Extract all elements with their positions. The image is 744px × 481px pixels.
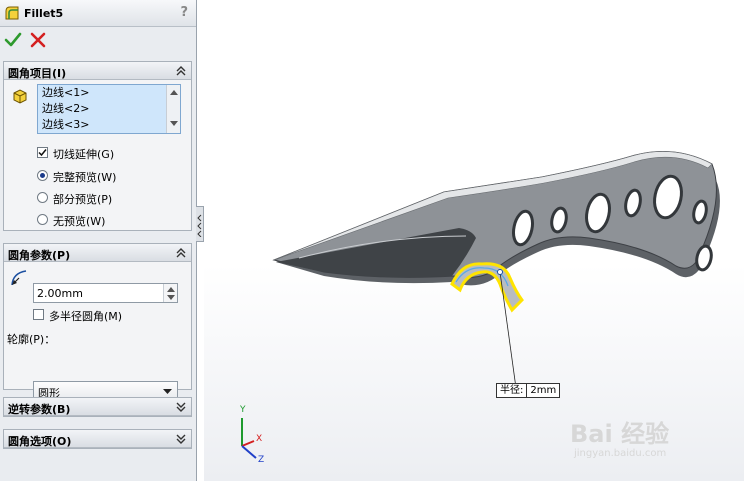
radius-input[interactable]: 2.00mm bbox=[33, 283, 178, 303]
fillet-params-title: 圆角参数(P) bbox=[8, 249, 71, 262]
ok-check-icon[interactable] bbox=[4, 31, 22, 49]
chevron-up-icon[interactable] bbox=[175, 247, 187, 259]
spin-down-icon[interactable] bbox=[167, 295, 175, 301]
callout-value[interactable]: 2mm bbox=[527, 384, 559, 397]
tangent-propagation-checkbox[interactable] bbox=[37, 147, 48, 158]
list-item[interactable]: 边线<2> bbox=[42, 102, 89, 116]
panel-collapse-handle[interactable] bbox=[196, 206, 204, 242]
property-manager: Fillet5 ? 圆角项目(I) 边线<1> 边线<2> 边线<3> 切线延伸… bbox=[0, 0, 197, 481]
radius-callout[interactable]: 半径: 2mm bbox=[496, 383, 561, 398]
partial-preview-radio[interactable] bbox=[37, 192, 48, 203]
check-mark-icon bbox=[38, 149, 47, 157]
setback-params-group: 逆转参数(B) bbox=[3, 397, 192, 417]
watermark-brand: Bai 经验 bbox=[570, 420, 670, 448]
list-item[interactable]: 边线<3> bbox=[42, 118, 89, 132]
pm-title-bar: Fillet5 ? bbox=[0, 0, 196, 27]
watermark: Bai 经验 jingyan.baidu.com bbox=[570, 408, 740, 468]
fillet-items-group: 圆角项目(I) 边线<1> 边线<2> 边线<3> 切线延伸(G) 完整预览(W… bbox=[3, 61, 192, 231]
multi-radius-label: 多半径圆角(M) bbox=[49, 310, 123, 323]
fillet-items-header[interactable]: 圆角项目(I) bbox=[4, 62, 191, 80]
fillet-params-header[interactable]: 圆角参数(P) bbox=[4, 244, 191, 262]
partial-preview-label: 部分预览(P) bbox=[53, 193, 113, 206]
edges-listbox[interactable]: 边线<1> 边线<2> 边线<3> bbox=[37, 84, 181, 134]
chevron-down-icon[interactable] bbox=[175, 433, 187, 445]
fillet-items-title: 圆角项目(I) bbox=[8, 67, 67, 80]
full-preview-radio[interactable] bbox=[37, 170, 48, 181]
radius-spinner[interactable] bbox=[163, 284, 177, 302]
fillet-feature-icon bbox=[5, 6, 19, 20]
setback-params-header[interactable]: 逆转参数(B) bbox=[4, 398, 191, 416]
cancel-x-icon[interactable] bbox=[29, 31, 47, 49]
fillet-options-group: 圆角选项(O) bbox=[3, 429, 192, 449]
setback-params-title: 逆转参数(B) bbox=[8, 403, 71, 416]
scroll-up-icon[interactable] bbox=[170, 89, 178, 95]
chevron-down-icon[interactable] bbox=[175, 401, 187, 413]
triad-y-label: Y bbox=[240, 405, 246, 415]
callout-label: 半径: bbox=[497, 384, 528, 397]
dropdown-arrow-icon[interactable] bbox=[163, 389, 172, 395]
watermark-url: jingyan.baidu.com bbox=[574, 448, 667, 459]
spin-up-icon[interactable] bbox=[167, 286, 175, 292]
axis-triad bbox=[241, 418, 257, 459]
triad-x-label: X bbox=[256, 434, 263, 444]
fillet-options-title: 圆角选项(O) bbox=[8, 435, 72, 448]
multi-radius-checkbox[interactable] bbox=[33, 309, 44, 320]
no-preview-radio[interactable] bbox=[37, 214, 48, 225]
full-preview-label: 完整预览(W) bbox=[53, 171, 117, 184]
profile-label: 轮廓(P)： bbox=[7, 333, 56, 346]
pm-title: Fillet5 bbox=[24, 7, 64, 20]
edge-selection-icon bbox=[13, 89, 27, 104]
radius-value[interactable]: 2.00mm bbox=[37, 287, 83, 300]
listbox-scrollbar[interactable] bbox=[166, 85, 180, 133]
help-icon[interactable]: ? bbox=[180, 5, 188, 20]
no-preview-label: 无预览(W) bbox=[53, 215, 106, 228]
list-item[interactable]: 边线<1> bbox=[42, 86, 89, 100]
chevron-up-icon[interactable] bbox=[175, 65, 187, 77]
collapse-arrows-icon bbox=[197, 214, 202, 237]
radius-icon bbox=[11, 270, 27, 286]
triad-z-label: Z bbox=[258, 455, 265, 465]
fillet-options-header[interactable]: 圆角选项(O) bbox=[4, 430, 191, 448]
graphics-viewport[interactable]: Y X Z 半径: 2mm Bai 经验 jingyan.baidu.com bbox=[204, 0, 744, 481]
tangent-propagation-label: 切线延伸(G) bbox=[53, 148, 115, 161]
scroll-down-icon[interactable] bbox=[170, 121, 178, 127]
